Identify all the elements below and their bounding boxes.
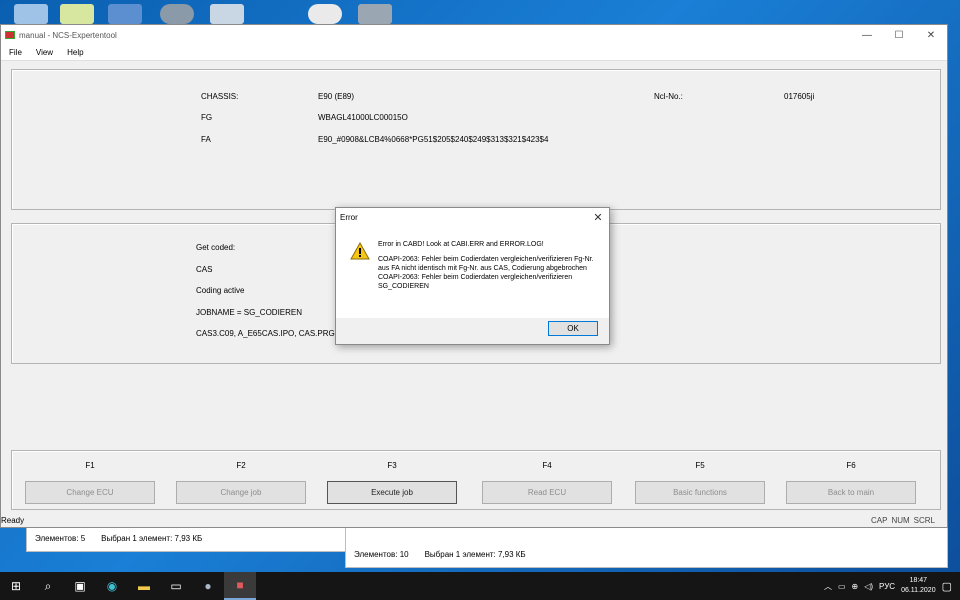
ok-button[interactable]: OK [548, 321, 598, 336]
basic-functions-button[interactable]: Basic functions [635, 481, 765, 504]
dialog-close-icon[interactable]: ✕ [587, 211, 609, 224]
chassis-value: E90 (E89) [318, 92, 355, 101]
ncs-expertentool-taskbar-icon[interactable]: ■ [224, 572, 256, 600]
dialog-title-bar[interactable]: Error ✕ [336, 208, 609, 226]
clock-date: 06.11.2020 [901, 587, 936, 594]
taskbar: ⊞ ⌕ ▣ ◉ ▬ ▭ ● ■ ︿ ▭ ⊕ ◁) РУС 18:47 06.11… [0, 572, 960, 600]
explorer-status-bar: Элементов: 5 Выбран 1 элемент: 7,93 КБ [27, 525, 345, 551]
desktop-icon[interactable] [160, 4, 194, 24]
error-line-3: COAPI-2063: Fehler beim Codierdaten verg… [378, 274, 573, 290]
menu-help[interactable]: Help [65, 47, 85, 58]
system-tray: ︿ ▭ ⊕ ◁) РУС 18:47 06.11.2020 ▢ [824, 576, 960, 596]
num-indicator: NUM [891, 516, 910, 525]
read-ecu-button[interactable]: Read ECU [482, 481, 612, 504]
error-dialog: Error ✕ Error in CABD! Look at CABI.ERR … [335, 207, 610, 345]
dialog-body: Error in CABD! Look at CABI.ERR and ERRO… [336, 226, 609, 318]
chassis-label: CHASSIS: [201, 92, 239, 101]
change-ecu-button[interactable]: Change ECU [25, 481, 155, 504]
desktop-icon[interactable] [210, 4, 244, 24]
globe-app-icon[interactable]: ● [192, 572, 224, 600]
dialog-title: Error [340, 212, 358, 222]
clock[interactable]: 18:47 06.11.2020 [901, 576, 936, 596]
ncl-value: 017605ji [784, 92, 815, 101]
terminal-icon[interactable]: ▭ [160, 572, 192, 600]
f4-key-label: F4 [542, 461, 552, 470]
desktop-icon[interactable] [60, 4, 94, 24]
app-icon [5, 31, 15, 39]
selection-info: Выбран 1 элемент: 7,93 КБ [424, 549, 526, 559]
desktop-icon[interactable] [358, 4, 392, 24]
notifications-icon[interactable]: ▢ [942, 580, 952, 593]
scroll-indicator: SCRL [913, 516, 935, 525]
start-icon[interactable]: ⊞ [0, 572, 32, 600]
f1-key-label: F1 [85, 461, 95, 470]
status-text: Ready [1, 516, 25, 525]
desktop-icon[interactable] [308, 4, 342, 24]
get-coded-label: Get coded: [196, 243, 236, 252]
fa-label: FA [201, 135, 211, 144]
fg-label: FG [201, 113, 213, 122]
battery-icon[interactable]: ▭ [838, 582, 846, 591]
item-count: Элементов: 5 [35, 533, 86, 543]
search-icon[interactable]: ⌕ [32, 572, 64, 600]
file-explorer-icon[interactable]: ▬ [128, 572, 160, 600]
execute-job-button[interactable]: Execute job [327, 481, 457, 504]
title-bar[interactable]: manual - NCS-Expertentool — ☐ ✕ [1, 25, 947, 45]
clock-time: 18:47 [909, 577, 928, 584]
desktop-icon[interactable] [14, 4, 48, 24]
menu-file[interactable]: File [7, 47, 24, 58]
back-to-main-button[interactable]: Back to main [786, 481, 916, 504]
job-files: CAS3.C09, A_E65CAS.IPO, CAS.PRG [196, 329, 335, 338]
ecu-name: CAS [196, 265, 213, 274]
f6-key-label: F6 [846, 461, 856, 470]
mode-label: Coding active [196, 286, 245, 295]
caps-indicator: CAP [870, 516, 888, 525]
jobname-label: JOBNAME = SG_CODIEREN [196, 308, 303, 317]
menu-bar: File View Help [1, 45, 947, 61]
menu-view[interactable]: View [34, 47, 55, 58]
vehicle-info-panel: CHASSIS: E90 (E89) FG WBAGL41000LC00015O… [11, 69, 941, 210]
minimize-button[interactable]: — [851, 25, 883, 45]
item-count: Элементов: 10 [354, 549, 409, 559]
app-status-bar: Ready CAP NUM SCRL [1, 515, 947, 527]
error-line-1: Error in CABD! Look at CABI.ERR and ERRO… [378, 241, 544, 248]
error-line-2: COAPI-2063: Fehler beim Codierdaten verg… [378, 256, 594, 272]
ncl-label: Ncl-No.: [654, 92, 683, 101]
language-indicator[interactable]: РУС [879, 582, 895, 591]
fg-value: WBAGL41000LC00015O [318, 113, 408, 122]
maximize-button[interactable]: ☐ [883, 25, 915, 45]
selection-info: Выбран 1 элемент: 7,93 КБ [101, 533, 203, 543]
close-button[interactable]: ✕ [915, 25, 947, 45]
edge-icon[interactable]: ◉ [96, 572, 128, 600]
f3-key-label: F3 [387, 461, 397, 470]
change-job-button[interactable]: Change job [176, 481, 306, 504]
fa-value: E90_#0908&LCB4%0668*PG51$205$240$249$313… [318, 135, 549, 144]
explorer-status-bar: Элементов: 10 Выбран 1 элемент: 7,93 КБ [346, 541, 947, 567]
dialog-message: Error in CABD! Look at CABI.ERR and ERRO… [378, 240, 603, 297]
chevron-up-icon[interactable]: ︿ [824, 581, 832, 592]
warning-icon [350, 242, 370, 260]
desktop-icon[interactable] [108, 4, 142, 24]
task-view-icon[interactable]: ▣ [64, 572, 96, 600]
f2-key-label: F2 [236, 461, 246, 470]
function-keys-panel: F1 Change ECU F2 Change job F3 Execute j… [11, 450, 941, 510]
f5-key-label: F5 [695, 461, 705, 470]
window-title: manual - NCS-Expertentool [19, 30, 117, 40]
volume-icon[interactable]: ◁) [864, 582, 873, 591]
network-icon[interactable]: ⊕ [852, 582, 859, 591]
